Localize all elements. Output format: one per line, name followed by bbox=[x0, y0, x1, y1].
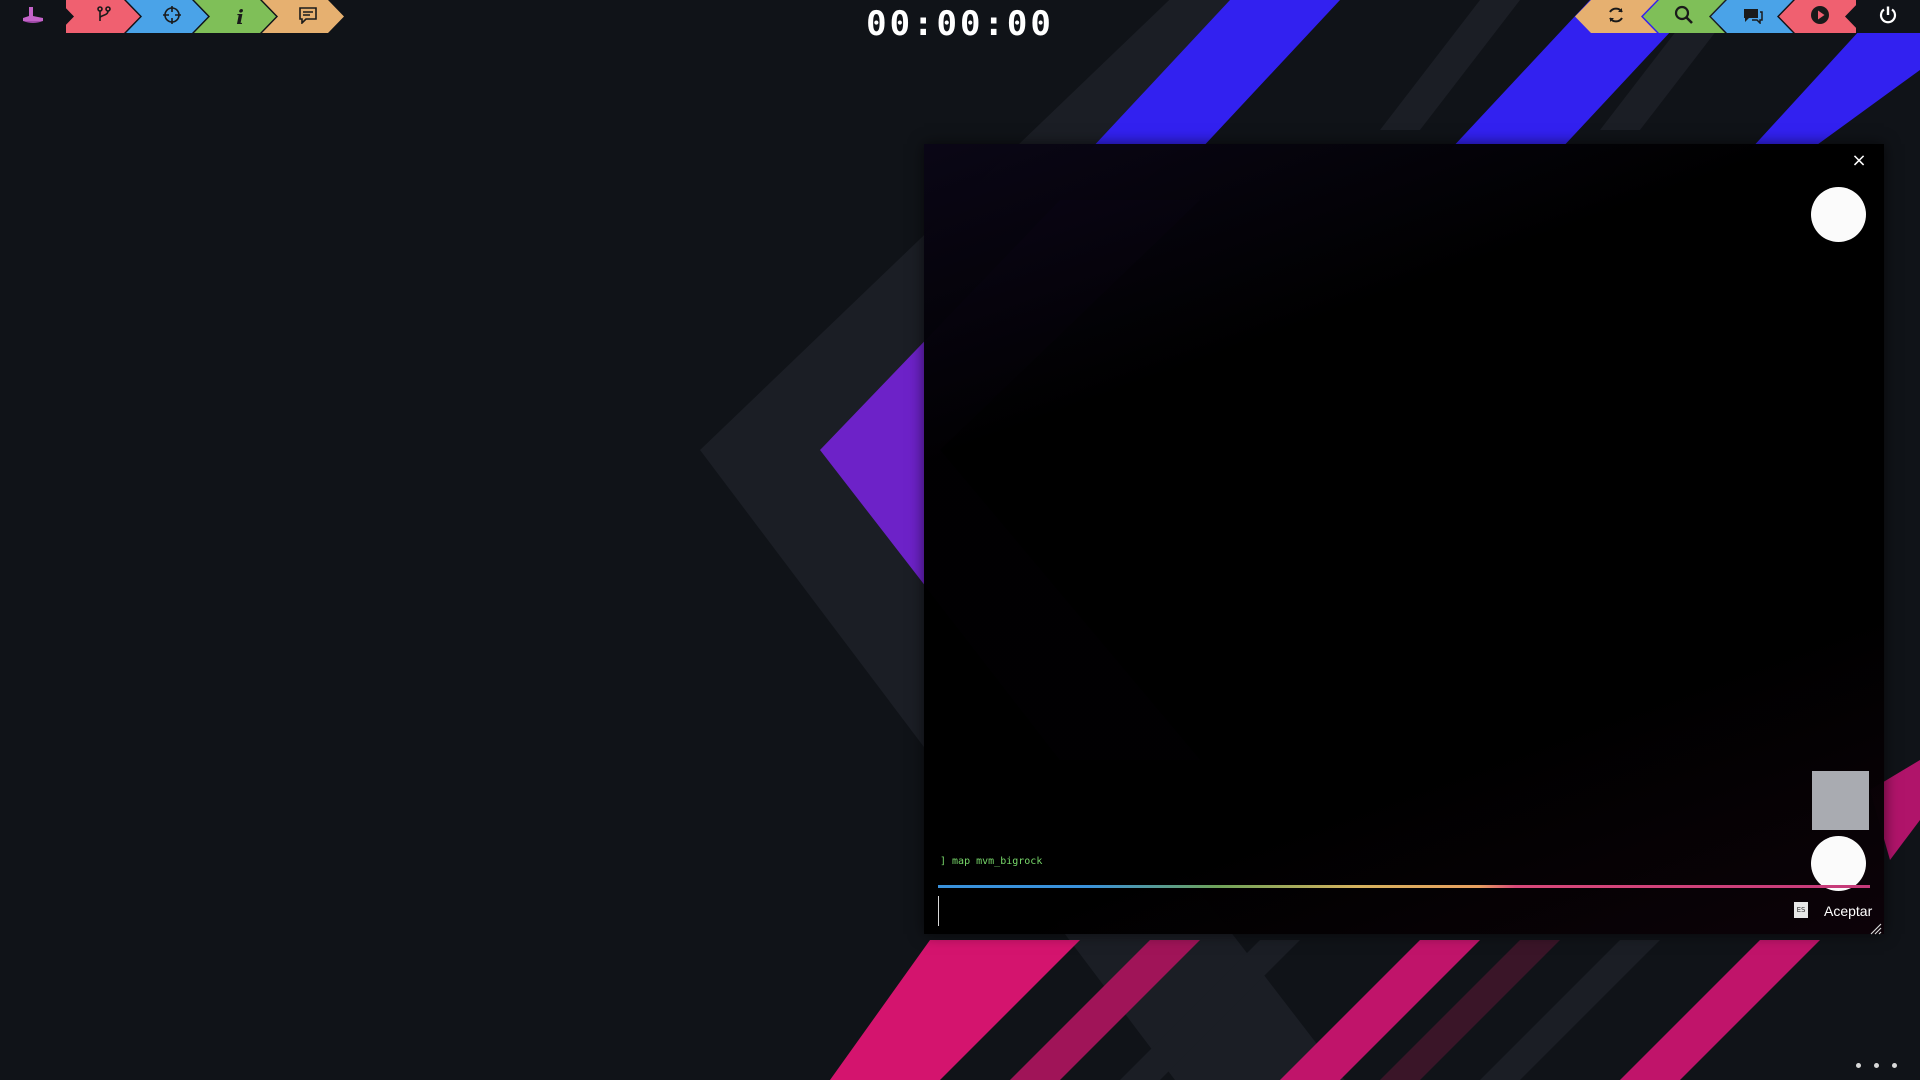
fork-icon bbox=[96, 6, 112, 27]
crosshair-icon bbox=[163, 6, 181, 27]
console-window: × ] map mvm_bigrock ES Aceptar bbox=[924, 144, 1884, 935]
message-icon bbox=[298, 6, 318, 27]
top-left-toolbar: i bbox=[0, 0, 350, 33]
dot bbox=[1874, 1063, 1879, 1068]
dot bbox=[1856, 1063, 1861, 1068]
toolbar-item-home[interactable] bbox=[0, 0, 66, 33]
info-icon: i bbox=[236, 4, 244, 29]
white-circle-bottom bbox=[1811, 836, 1866, 891]
toolbar-item-play[interactable] bbox=[1779, 0, 1861, 33]
chat-bubbles-icon bbox=[1741, 6, 1763, 28]
keyboard-language-badge: ES bbox=[1794, 902, 1808, 918]
close-button[interactable]: × bbox=[1848, 150, 1870, 172]
power-button[interactable] bbox=[1856, 0, 1920, 33]
console-input[interactable] bbox=[938, 896, 1758, 926]
clock: 00:00:00 bbox=[866, 4, 1054, 44]
power-icon bbox=[1878, 5, 1898, 29]
more-dots-icon[interactable] bbox=[1850, 1060, 1910, 1072]
white-circle-top bbox=[1811, 187, 1866, 242]
dot bbox=[1892, 1063, 1897, 1068]
hat-icon bbox=[21, 5, 45, 29]
top-right-toolbar bbox=[1570, 0, 1920, 33]
toolbar-item-branch[interactable] bbox=[58, 0, 140, 33]
search-icon bbox=[1674, 5, 1694, 29]
console-input-row: ES Aceptar bbox=[938, 896, 1872, 926]
gray-square bbox=[1812, 771, 1869, 830]
console-log-line: ] map mvm_bigrock bbox=[940, 856, 1043, 867]
refresh-icon bbox=[1606, 6, 1626, 28]
accept-button[interactable]: Aceptar bbox=[1818, 900, 1878, 922]
resize-grip-icon[interactable] bbox=[1870, 920, 1882, 935]
console-separator bbox=[938, 885, 1870, 888]
play-icon bbox=[1810, 5, 1830, 29]
